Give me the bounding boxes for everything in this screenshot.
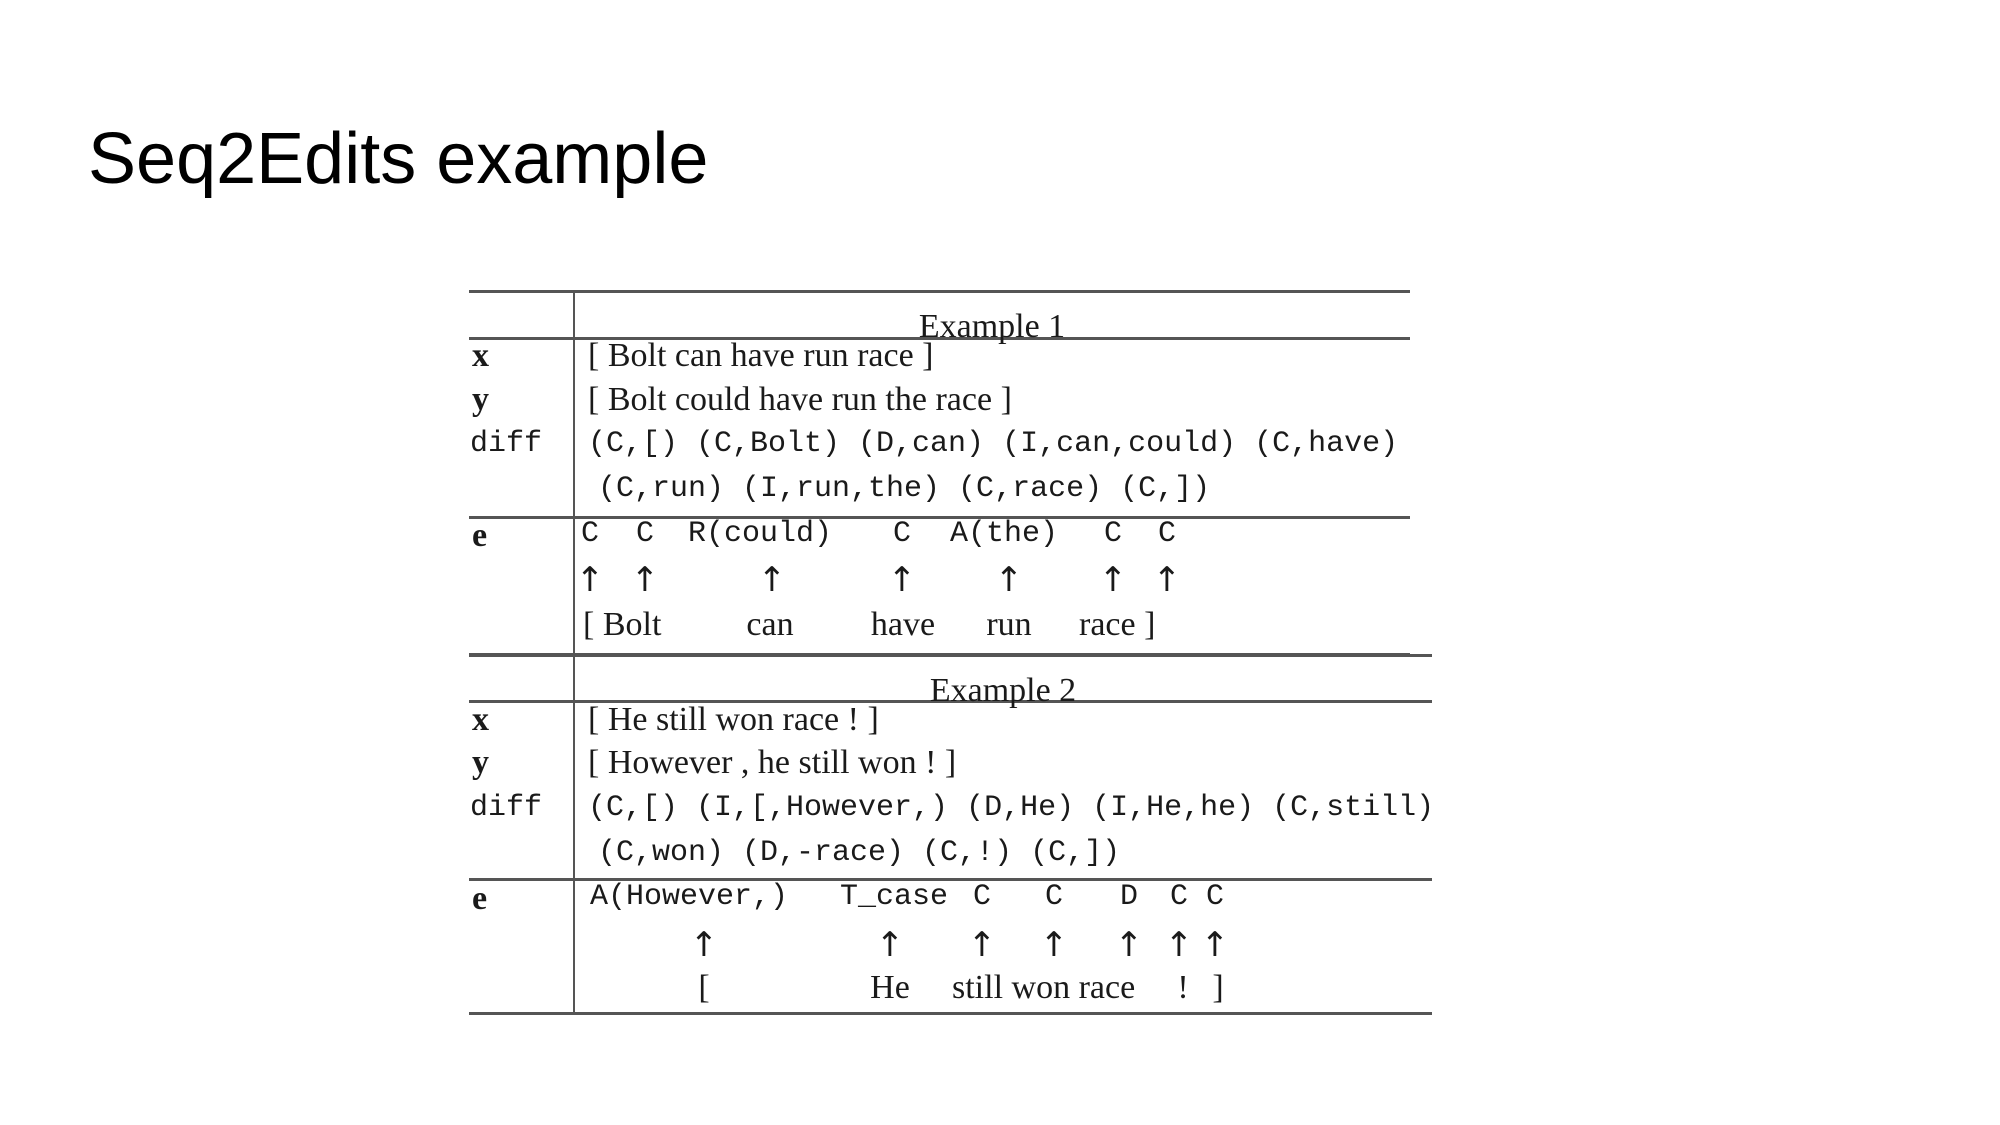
arrow-up-icon: ↑: [967, 925, 997, 965]
rule-top: [469, 290, 1410, 293]
edit-token: C: [972, 880, 992, 914]
arrow-up-icon: ↑: [1039, 925, 1069, 965]
label-e: e: [472, 880, 488, 917]
edit-token: C: [1169, 880, 1189, 914]
example-header: Example 2: [929, 672, 1077, 709]
edit-token: R(could): [688, 517, 833, 551]
source-token: can: [746, 606, 794, 643]
arrow-up-icon: ↑: [689, 925, 719, 965]
column-divider: [573, 654, 575, 1012]
arrow-up-icon: ↑: [1098, 560, 1128, 600]
arrow-up-icon: ↑: [887, 560, 917, 600]
label-x: x: [472, 701, 489, 738]
label-e: e: [472, 517, 488, 554]
rule-top: [469, 654, 1432, 657]
source-token: have: [870, 606, 936, 643]
source-sentence: [ Bolt can have run race ]: [588, 337, 934, 374]
edit-token: C: [1157, 517, 1177, 551]
diff-line-1: (C,[) (C,Bolt) (D,can) (I,can,could) (C,…: [588, 427, 1399, 461]
edit-token: C: [1044, 880, 1064, 914]
column-divider: [573, 290, 575, 653]
edit-token: T_case: [840, 880, 949, 914]
edit-token: C: [892, 517, 912, 551]
diff-line-2: (C,won) (D,-race) (C,!) (C,]): [598, 836, 1121, 870]
edit-token: C: [580, 517, 600, 551]
target-sentence: [ However , he still won ! ]: [588, 744, 957, 781]
rule-separator: [469, 516, 1410, 519]
source-sentence: [ He still won race ! ]: [588, 701, 879, 738]
arrow-up-icon: ↑: [875, 925, 905, 965]
rule-bottom: [469, 1012, 1432, 1015]
source-token: [: [698, 969, 710, 1006]
arrow-up-icon: ↑: [1152, 560, 1182, 600]
arrow-up-icon: ↑: [575, 560, 605, 600]
arrow-up-icon: ↑: [1164, 925, 1194, 965]
source-token: still won race: [952, 969, 1136, 1006]
source-token: run: [986, 606, 1032, 643]
edit-token: C: [1205, 880, 1225, 914]
label-diff: diff: [470, 791, 543, 825]
label-y: y: [472, 744, 489, 781]
source-token: race ]: [1079, 606, 1156, 643]
edit-token: C: [1103, 517, 1123, 551]
edit-token: C: [635, 517, 655, 551]
arrow-up-icon: ↑: [630, 560, 660, 600]
edit-token: A(However,): [590, 880, 789, 914]
edit-token: A(the): [950, 517, 1059, 551]
arrow-up-icon: ↑: [994, 560, 1024, 600]
label-y: y: [472, 381, 489, 418]
target-sentence: [ Bolt could have run the race ]: [588, 381, 1012, 418]
slide-title: Seq2Edits example: [88, 119, 709, 199]
diff-line-1: (C,[) (I,[,However,) (D,He) (I,He,he) (C…: [588, 791, 1435, 825]
source-token: [ Bolt: [583, 606, 662, 643]
diff-line-2: (C,run) (I,run,the) (C,race) (C,]): [598, 472, 1211, 506]
source-token: He: [870, 969, 910, 1006]
arrow-up-icon: ↑: [757, 560, 787, 600]
arrow-up-icon: ↑: [1200, 925, 1230, 965]
source-token: !: [1177, 969, 1189, 1006]
example-header: Example 1: [918, 308, 1066, 345]
arrow-up-icon: ↑: [1114, 925, 1144, 965]
edit-token: D: [1119, 880, 1139, 914]
label-diff: diff: [470, 427, 543, 461]
source-token: ]: [1212, 969, 1224, 1006]
label-x: x: [472, 337, 489, 374]
